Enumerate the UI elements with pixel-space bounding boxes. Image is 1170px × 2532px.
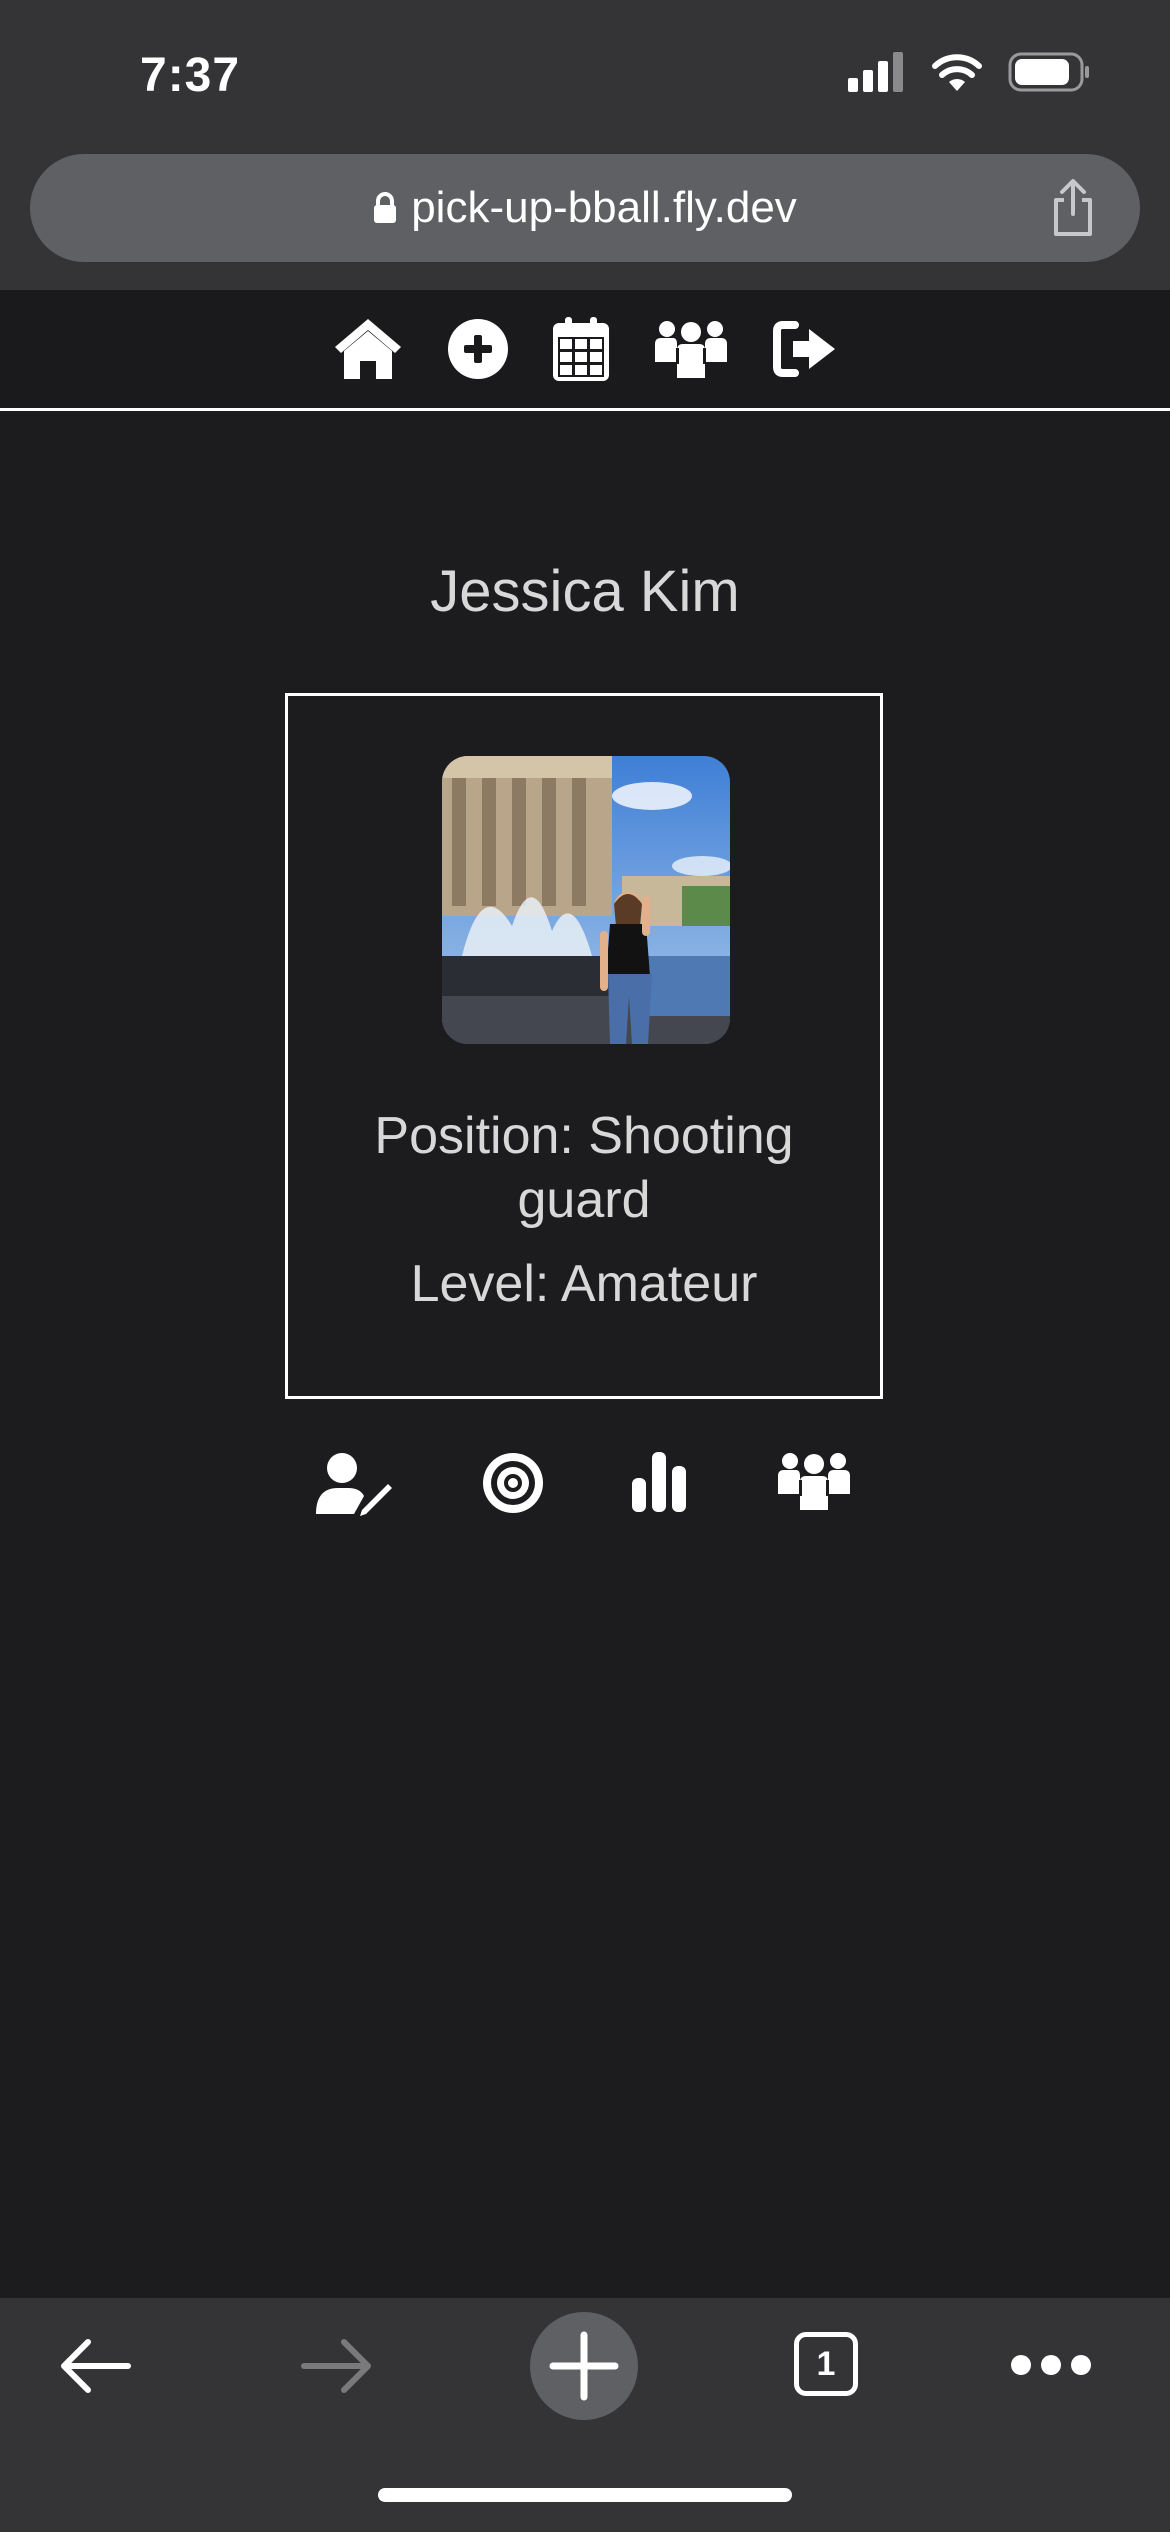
home-indicator[interactable] — [378, 2488, 792, 2502]
share-icon[interactable] — [1050, 178, 1096, 238]
team-icon[interactable] — [776, 1452, 852, 1510]
profile-name: Jessica Kim — [430, 559, 740, 624]
target-icon[interactable] — [482, 1452, 544, 1514]
level-text: Level: Amateur — [410, 1255, 758, 1313]
profile-photo — [442, 756, 730, 1044]
tab-count-button[interactable]: 1 — [794, 2332, 858, 2396]
app-navigation — [0, 290, 1170, 411]
back-arrow-icon[interactable] — [56, 2334, 132, 2398]
calendar-icon[interactable] — [553, 317, 609, 381]
stats-icon[interactable] — [632, 1452, 686, 1512]
browser-address-area: pick-up-bball.fly.dev — [0, 140, 1170, 290]
battery-icon — [1008, 52, 1089, 92]
edit-profile-icon[interactable] — [316, 1452, 394, 1516]
profile-actions — [0, 1452, 1170, 1532]
new-tab-button[interactable] — [530, 2312, 638, 2420]
plus-icon — [549, 2331, 619, 2401]
players-icon[interactable] — [653, 320, 729, 378]
clock: 7:37 — [140, 49, 241, 102]
forward-arrow-icon[interactable] — [300, 2334, 376, 2398]
profile-card: Position: Shooting guard Level: Amateur — [285, 693, 883, 1399]
add-game-icon[interactable] — [447, 318, 509, 380]
more-icon[interactable] — [1010, 2350, 1092, 2380]
lock-icon — [374, 192, 397, 223]
address-bar[interactable]: pick-up-bball.fly.dev — [30, 154, 1140, 262]
home-icon[interactable] — [333, 317, 403, 381]
cellular-signal-icon — [848, 52, 903, 92]
position-text-continued: guard — [517, 1171, 651, 1229]
status-bar: 7:37 — [0, 0, 1170, 140]
logout-icon[interactable] — [773, 319, 837, 379]
url-text: pick-up-bball.fly.dev — [411, 183, 797, 232]
position-text: Position: Shooting — [374, 1107, 794, 1165]
status-icons — [848, 52, 1090, 92]
wifi-icon — [932, 54, 982, 91]
